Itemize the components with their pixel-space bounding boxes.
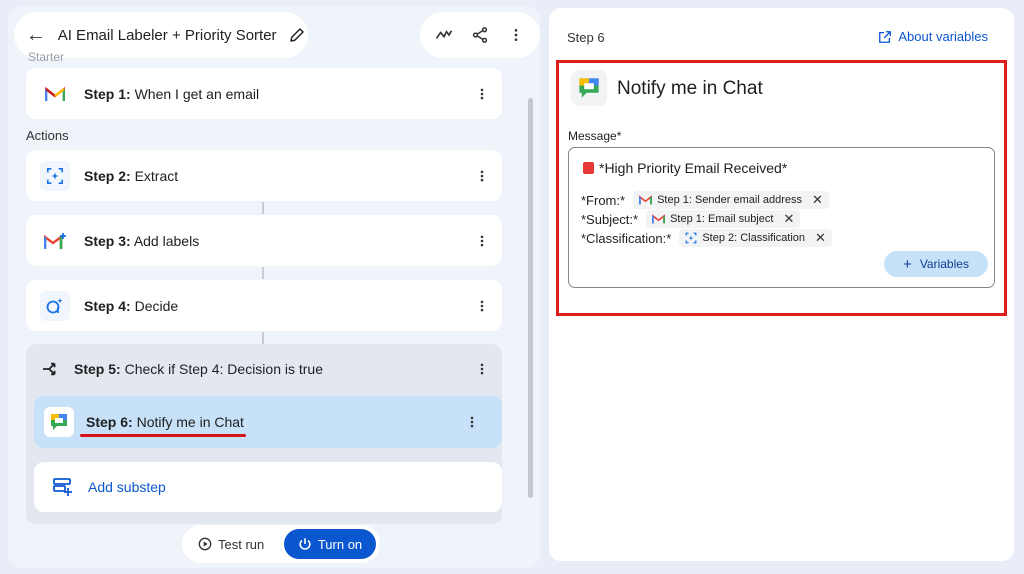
- step-2-label: Step 2: Extract: [84, 167, 179, 184]
- message-from-line: *From:* Step 1: Sender email address ✕: [581, 191, 829, 209]
- message-field-label: Message*: [568, 129, 622, 143]
- back-arrow-icon[interactable]: ←: [18, 15, 54, 55]
- open-external-icon: [878, 30, 892, 44]
- variable-chip-sender[interactable]: Step 1: Sender email address ✕: [633, 191, 829, 209]
- more-vert-icon[interactable]: [470, 79, 494, 109]
- gmail-icon: [40, 79, 70, 109]
- add-variables-button[interactable]: + Variables: [884, 251, 988, 277]
- activity-icon[interactable]: [429, 20, 459, 50]
- more-vert-icon[interactable]: [470, 291, 494, 321]
- share-icon[interactable]: [465, 20, 495, 50]
- gmail-add-label-icon: [40, 226, 70, 256]
- step-5-card[interactable]: Step 5: Check if Step 4: Decision is tru…: [26, 344, 502, 394]
- about-variables-link[interactable]: About variables: [878, 29, 988, 44]
- more-vert-icon[interactable]: [470, 161, 494, 191]
- more-vert-icon[interactable]: [460, 407, 484, 437]
- actions-section-label: Actions: [26, 128, 69, 143]
- step-connector: [262, 267, 264, 279]
- red-underline-annotation: [80, 434, 246, 437]
- extract-icon: [685, 232, 697, 244]
- variable-chip-classification[interactable]: Step 2: Classification ✕: [679, 229, 832, 247]
- google-chat-icon: [571, 70, 607, 106]
- add-substep-label: Add substep: [88, 479, 166, 495]
- message-subject-line: *Subject:* Step 1: Email subject ✕: [581, 210, 801, 228]
- more-vert-icon[interactable]: [501, 20, 531, 50]
- gmail-icon: [652, 214, 666, 224]
- more-vert-icon[interactable]: [470, 354, 494, 384]
- remove-chip-icon[interactable]: ✕: [812, 192, 823, 208]
- step-1-card[interactable]: Step 1: When I get an email: [26, 68, 502, 119]
- remove-chip-icon[interactable]: ✕: [783, 211, 794, 227]
- flow-title: AI Email Labeler + Priority Sorter: [57, 26, 277, 44]
- run-controls: Test run Turn on: [182, 525, 380, 563]
- step-2-card[interactable]: Step 2: Extract: [26, 150, 502, 201]
- test-run-button[interactable]: Test run: [192, 528, 270, 560]
- red-square-emoji-icon: [583, 162, 594, 174]
- turn-on-label: Turn on: [317, 536, 363, 552]
- edit-pencil-icon[interactable]: [287, 23, 308, 47]
- variables-label: Variables: [919, 257, 969, 271]
- remove-chip-icon[interactable]: ✕: [815, 230, 826, 246]
- message-classification-line: *Classification:* Step 2: Classification…: [581, 229, 832, 247]
- about-variables-label: About variables: [898, 29, 988, 44]
- starter-section-label: Starter: [28, 50, 65, 64]
- power-icon: [298, 537, 312, 551]
- variable-chip-subject[interactable]: Step 1: Email subject ✕: [646, 210, 801, 228]
- step-4-card[interactable]: Step 4: Decide: [26, 280, 502, 331]
- step-connector: [262, 202, 264, 214]
- more-vert-icon[interactable]: [470, 226, 494, 256]
- step-4-label: Step 4: Decide: [84, 297, 179, 314]
- turn-on-button[interactable]: Turn on: [284, 529, 376, 559]
- gmail-icon: [639, 195, 653, 205]
- step-label: Step 6: [567, 30, 605, 45]
- decide-icon: [40, 290, 70, 321]
- step-6-card-selected[interactable]: Step 6: Notify me in Chat: [34, 396, 502, 448]
- step-1-label: Step 1: When I get an email: [84, 85, 260, 102]
- add-substep-button[interactable]: Add substep: [34, 462, 502, 512]
- step-connector: [262, 332, 264, 344]
- step-details-panel: Step 6 About variables Notify me in Chat…: [549, 8, 1014, 561]
- branch-icon: [40, 358, 62, 380]
- flow-editor-panel: ← AI Email Labeler + Priority Sorter Sta…: [8, 6, 540, 568]
- step-6-label: Step 6: Notify me in Chat: [86, 414, 244, 430]
- action-title: Notify me in Chat: [617, 78, 763, 99]
- step-3-label: Step 3: Add labels: [84, 232, 200, 249]
- step-3-card[interactable]: Step 3: Add labels: [26, 215, 502, 266]
- flow-actions-bar: [420, 12, 540, 58]
- add-substep-icon: [50, 475, 74, 499]
- scrollbar[interactable]: [528, 98, 533, 498]
- test-run-label: Test run: [218, 536, 265, 552]
- google-chat-icon: [44, 407, 74, 437]
- message-field[interactable]: *High Priority Email Received* *From:* S…: [568, 147, 995, 288]
- message-line-1: *High Priority Email Received*: [583, 160, 787, 176]
- plus-icon: +: [903, 255, 912, 273]
- play-circle-icon: [198, 537, 212, 551]
- extract-icon: [40, 160, 70, 191]
- step-5-label: Step 5: Check if Step 4: Decision is tru…: [74, 361, 323, 377]
